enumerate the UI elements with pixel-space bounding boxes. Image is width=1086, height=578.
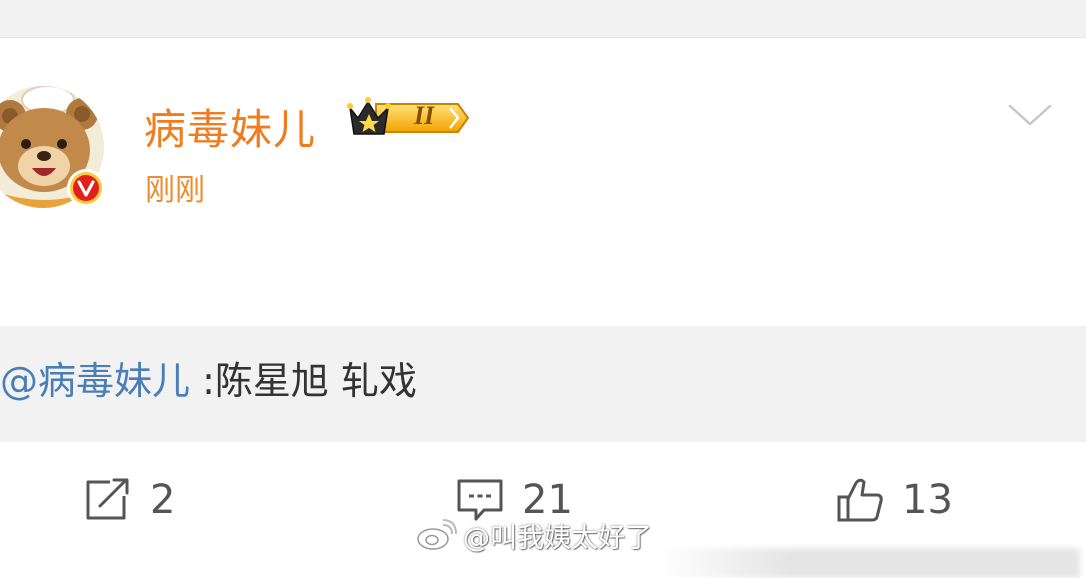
chevron-down-icon — [1008, 104, 1052, 126]
username-link[interactable]: 病毒妹儿 — [144, 96, 316, 157]
weibo-logo-icon — [417, 519, 457, 550]
top-separator-strip — [0, 0, 1086, 38]
repost-button[interactable]: 2 — [84, 476, 175, 524]
watermark-blur — [660, 548, 1080, 578]
watermark-text: @叫我姨太好了 — [463, 522, 652, 554]
more-options-button[interactable] — [1006, 100, 1054, 130]
mention-link[interactable]: @病毒妹儿 — [0, 359, 190, 403]
like-button[interactable]: 13 — [836, 476, 953, 524]
level-label: II — [414, 101, 435, 130]
weibo-post-card: 病毒妹儿 II 刚刚 @病毒妹儿:陈星旭 轧戏 2 21 13 @叫我姨太好了 — [0, 38, 1086, 578]
repost-body: :陈星旭 轧戏 — [190, 359, 417, 403]
verified-v-icon — [67, 169, 105, 207]
crown-level-icon — [347, 97, 470, 135]
repost-count: 2 — [150, 477, 176, 523]
verified-badge — [66, 168, 106, 208]
member-level-badge[interactable]: II — [346, 94, 472, 138]
like-count: 13 — [902, 477, 953, 523]
reposted-content[interactable]: @病毒妹儿 :陈星旭 轧戏 — [0, 326, 1086, 442]
like-icon — [837, 478, 883, 522]
repost-icon — [86, 478, 129, 520]
watermark: @叫我姨太好了 — [415, 516, 652, 554]
post-timestamp: 刚刚 — [145, 173, 205, 208]
repost-text: @病毒妹儿 :陈星旭 轧戏 — [0, 350, 417, 405]
